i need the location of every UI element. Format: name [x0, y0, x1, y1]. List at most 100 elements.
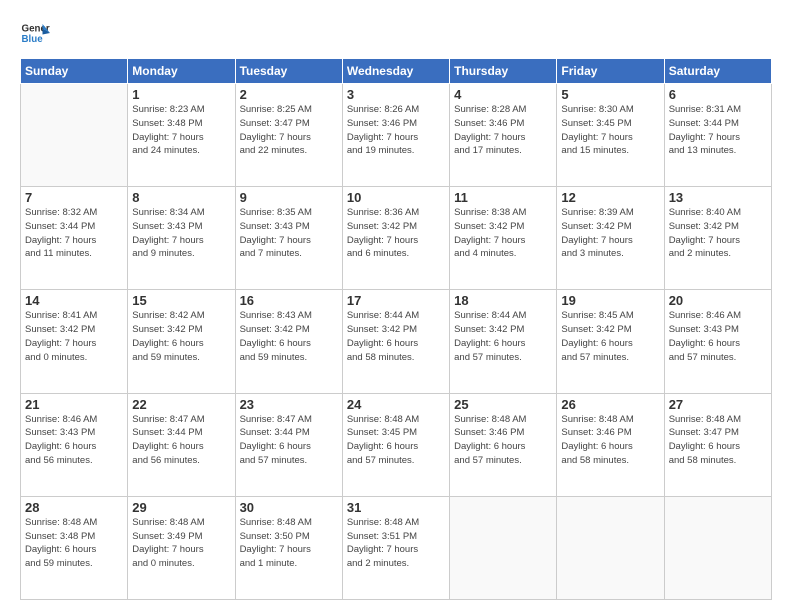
day-number: 28: [25, 500, 123, 515]
day-number: 18: [454, 293, 552, 308]
day-info: Sunrise: 8:48 AMSunset: 3:46 PMDaylight:…: [454, 413, 552, 468]
day-info: Sunrise: 8:34 AMSunset: 3:43 PMDaylight:…: [132, 206, 230, 261]
day-number: 7: [25, 190, 123, 205]
day-cell: 23Sunrise: 8:47 AMSunset: 3:44 PMDayligh…: [235, 393, 342, 496]
day-cell: 13Sunrise: 8:40 AMSunset: 3:42 PMDayligh…: [664, 187, 771, 290]
day-info: Sunrise: 8:31 AMSunset: 3:44 PMDaylight:…: [669, 103, 767, 158]
week-row-3: 14Sunrise: 8:41 AMSunset: 3:42 PMDayligh…: [21, 290, 772, 393]
day-info: Sunrise: 8:43 AMSunset: 3:42 PMDaylight:…: [240, 309, 338, 364]
day-cell: 3Sunrise: 8:26 AMSunset: 3:46 PMDaylight…: [342, 84, 449, 187]
day-cell: 4Sunrise: 8:28 AMSunset: 3:46 PMDaylight…: [450, 84, 557, 187]
day-cell: 22Sunrise: 8:47 AMSunset: 3:44 PMDayligh…: [128, 393, 235, 496]
weekday-saturday: Saturday: [664, 59, 771, 84]
day-number: 26: [561, 397, 659, 412]
day-number: 1: [132, 87, 230, 102]
day-cell: 18Sunrise: 8:44 AMSunset: 3:42 PMDayligh…: [450, 290, 557, 393]
day-cell: 17Sunrise: 8:44 AMSunset: 3:42 PMDayligh…: [342, 290, 449, 393]
day-number: 22: [132, 397, 230, 412]
day-info: Sunrise: 8:48 AMSunset: 3:45 PMDaylight:…: [347, 413, 445, 468]
day-cell: 8Sunrise: 8:34 AMSunset: 3:43 PMDaylight…: [128, 187, 235, 290]
day-cell: 12Sunrise: 8:39 AMSunset: 3:42 PMDayligh…: [557, 187, 664, 290]
day-info: Sunrise: 8:47 AMSunset: 3:44 PMDaylight:…: [132, 413, 230, 468]
day-cell: 31Sunrise: 8:48 AMSunset: 3:51 PMDayligh…: [342, 496, 449, 599]
weekday-wednesday: Wednesday: [342, 59, 449, 84]
day-info: Sunrise: 8:44 AMSunset: 3:42 PMDaylight:…: [454, 309, 552, 364]
day-number: 6: [669, 87, 767, 102]
day-info: Sunrise: 8:39 AMSunset: 3:42 PMDaylight:…: [561, 206, 659, 261]
day-cell: 11Sunrise: 8:38 AMSunset: 3:42 PMDayligh…: [450, 187, 557, 290]
day-number: 8: [132, 190, 230, 205]
day-number: 24: [347, 397, 445, 412]
day-number: 14: [25, 293, 123, 308]
day-cell: 26Sunrise: 8:48 AMSunset: 3:46 PMDayligh…: [557, 393, 664, 496]
day-number: 3: [347, 87, 445, 102]
day-info: Sunrise: 8:44 AMSunset: 3:42 PMDaylight:…: [347, 309, 445, 364]
day-info: Sunrise: 8:47 AMSunset: 3:44 PMDaylight:…: [240, 413, 338, 468]
day-info: Sunrise: 8:36 AMSunset: 3:42 PMDaylight:…: [347, 206, 445, 261]
day-info: Sunrise: 8:35 AMSunset: 3:43 PMDaylight:…: [240, 206, 338, 261]
weekday-sunday: Sunday: [21, 59, 128, 84]
day-number: 25: [454, 397, 552, 412]
day-info: Sunrise: 8:48 AMSunset: 3:50 PMDaylight:…: [240, 516, 338, 571]
day-info: Sunrise: 8:42 AMSunset: 3:42 PMDaylight:…: [132, 309, 230, 364]
day-info: Sunrise: 8:25 AMSunset: 3:47 PMDaylight:…: [240, 103, 338, 158]
day-cell: 21Sunrise: 8:46 AMSunset: 3:43 PMDayligh…: [21, 393, 128, 496]
day-cell: 25Sunrise: 8:48 AMSunset: 3:46 PMDayligh…: [450, 393, 557, 496]
day-info: Sunrise: 8:48 AMSunset: 3:51 PMDaylight:…: [347, 516, 445, 571]
day-info: Sunrise: 8:30 AMSunset: 3:45 PMDaylight:…: [561, 103, 659, 158]
day-info: Sunrise: 8:23 AMSunset: 3:48 PMDaylight:…: [132, 103, 230, 158]
day-info: Sunrise: 8:46 AMSunset: 3:43 PMDaylight:…: [669, 309, 767, 364]
day-number: 5: [561, 87, 659, 102]
day-cell: 30Sunrise: 8:48 AMSunset: 3:50 PMDayligh…: [235, 496, 342, 599]
day-cell: [557, 496, 664, 599]
weekday-tuesday: Tuesday: [235, 59, 342, 84]
weekday-friday: Friday: [557, 59, 664, 84]
logo: General Blue: [20, 18, 54, 48]
day-info: Sunrise: 8:48 AMSunset: 3:46 PMDaylight:…: [561, 413, 659, 468]
day-info: Sunrise: 8:45 AMSunset: 3:42 PMDaylight:…: [561, 309, 659, 364]
day-info: Sunrise: 8:48 AMSunset: 3:47 PMDaylight:…: [669, 413, 767, 468]
day-number: 11: [454, 190, 552, 205]
day-info: Sunrise: 8:32 AMSunset: 3:44 PMDaylight:…: [25, 206, 123, 261]
week-row-5: 28Sunrise: 8:48 AMSunset: 3:48 PMDayligh…: [21, 496, 772, 599]
day-cell: 9Sunrise: 8:35 AMSunset: 3:43 PMDaylight…: [235, 187, 342, 290]
day-number: 10: [347, 190, 445, 205]
logo-icon: General Blue: [20, 18, 50, 48]
day-number: 23: [240, 397, 338, 412]
day-info: Sunrise: 8:48 AMSunset: 3:49 PMDaylight:…: [132, 516, 230, 571]
day-cell: 6Sunrise: 8:31 AMSunset: 3:44 PMDaylight…: [664, 84, 771, 187]
day-number: 16: [240, 293, 338, 308]
day-number: 4: [454, 87, 552, 102]
day-info: Sunrise: 8:41 AMSunset: 3:42 PMDaylight:…: [25, 309, 123, 364]
day-cell: 1Sunrise: 8:23 AMSunset: 3:48 PMDaylight…: [128, 84, 235, 187]
day-cell: 14Sunrise: 8:41 AMSunset: 3:42 PMDayligh…: [21, 290, 128, 393]
day-info: Sunrise: 8:26 AMSunset: 3:46 PMDaylight:…: [347, 103, 445, 158]
day-cell: 19Sunrise: 8:45 AMSunset: 3:42 PMDayligh…: [557, 290, 664, 393]
day-cell: 7Sunrise: 8:32 AMSunset: 3:44 PMDaylight…: [21, 187, 128, 290]
day-cell: 5Sunrise: 8:30 AMSunset: 3:45 PMDaylight…: [557, 84, 664, 187]
day-cell: 29Sunrise: 8:48 AMSunset: 3:49 PMDayligh…: [128, 496, 235, 599]
day-info: Sunrise: 8:46 AMSunset: 3:43 PMDaylight:…: [25, 413, 123, 468]
day-number: 9: [240, 190, 338, 205]
day-cell: 20Sunrise: 8:46 AMSunset: 3:43 PMDayligh…: [664, 290, 771, 393]
day-info: Sunrise: 8:48 AMSunset: 3:48 PMDaylight:…: [25, 516, 123, 571]
day-number: 20: [669, 293, 767, 308]
day-cell: [664, 496, 771, 599]
weekday-monday: Monday: [128, 59, 235, 84]
day-cell: 24Sunrise: 8:48 AMSunset: 3:45 PMDayligh…: [342, 393, 449, 496]
day-number: 19: [561, 293, 659, 308]
day-info: Sunrise: 8:38 AMSunset: 3:42 PMDaylight:…: [454, 206, 552, 261]
day-cell: 2Sunrise: 8:25 AMSunset: 3:47 PMDaylight…: [235, 84, 342, 187]
day-number: 15: [132, 293, 230, 308]
day-number: 12: [561, 190, 659, 205]
day-number: 21: [25, 397, 123, 412]
calendar-table: SundayMondayTuesdayWednesdayThursdayFrid…: [20, 58, 772, 600]
weekday-header-row: SundayMondayTuesdayWednesdayThursdayFrid…: [21, 59, 772, 84]
day-cell: [21, 84, 128, 187]
page-header: General Blue: [20, 18, 772, 48]
day-cell: 27Sunrise: 8:48 AMSunset: 3:47 PMDayligh…: [664, 393, 771, 496]
day-info: Sunrise: 8:28 AMSunset: 3:46 PMDaylight:…: [454, 103, 552, 158]
week-row-4: 21Sunrise: 8:46 AMSunset: 3:43 PMDayligh…: [21, 393, 772, 496]
day-number: 30: [240, 500, 338, 515]
day-info: Sunrise: 8:40 AMSunset: 3:42 PMDaylight:…: [669, 206, 767, 261]
